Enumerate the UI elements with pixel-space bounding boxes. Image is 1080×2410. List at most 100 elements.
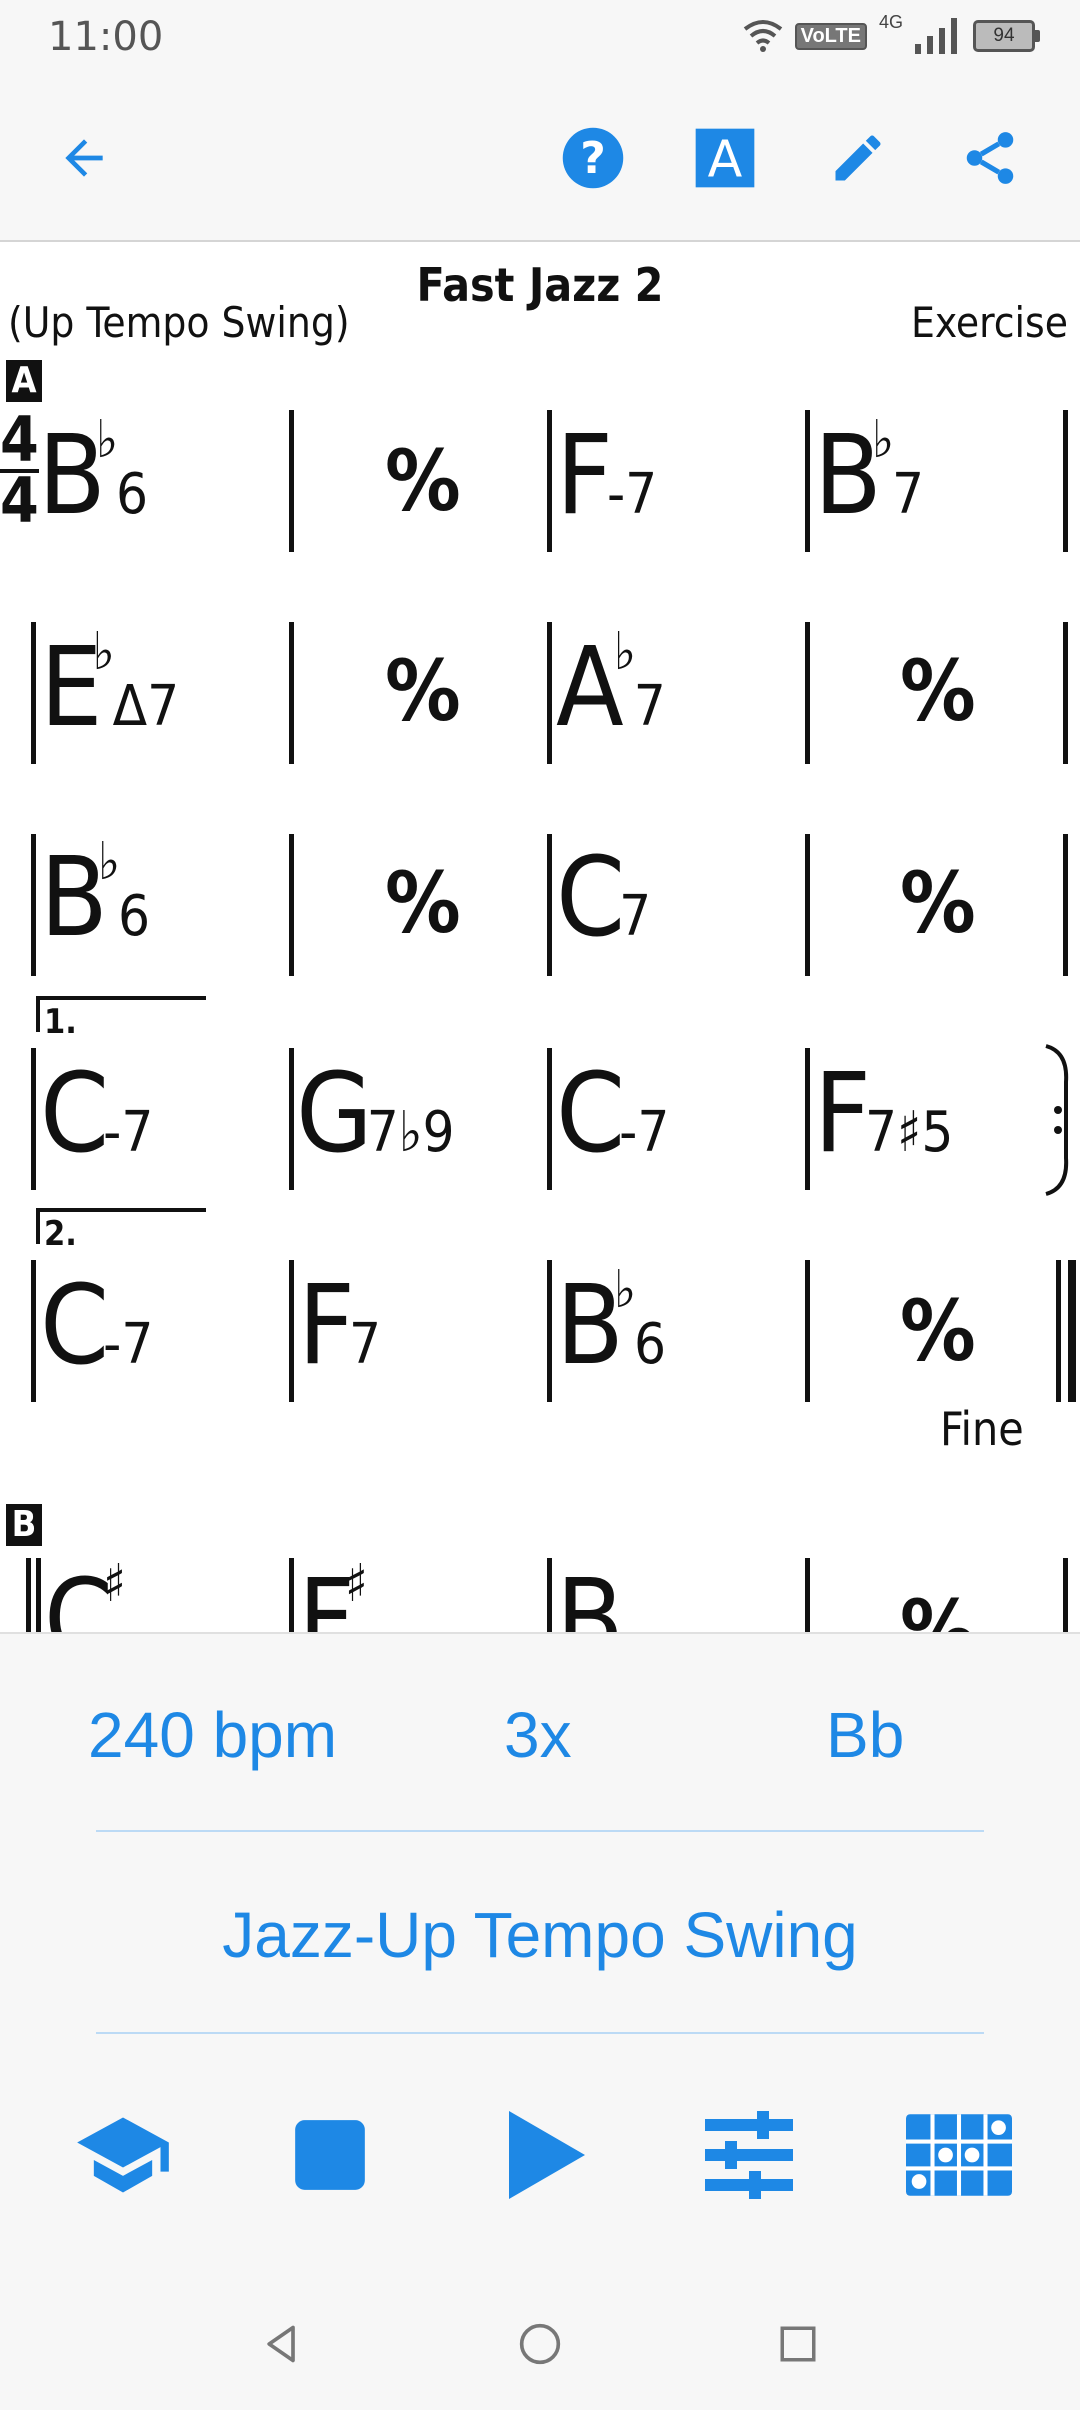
chord-root: G bbox=[296, 1049, 373, 1177]
chord-r4-m4[interactable]: F7♯5 bbox=[814, 1058, 953, 1168]
graduation-cap-icon[interactable] bbox=[68, 2100, 178, 2210]
second-ending-bracket-edge bbox=[36, 1208, 40, 1244]
barline bbox=[805, 1558, 810, 1632]
song-style: (Up Tempo Swing) bbox=[8, 298, 350, 347]
nav-recents-icon[interactable] bbox=[768, 2314, 828, 2374]
chord-root: B bbox=[556, 1261, 624, 1389]
repeat-measure-symbol: % bbox=[900, 642, 976, 740]
pencil-icon[interactable] bbox=[818, 118, 898, 198]
chord-r3-m1[interactable]: B♭6 bbox=[40, 836, 150, 952]
font-icon[interactable]: A bbox=[685, 118, 765, 198]
battery-level: 94 bbox=[973, 20, 1035, 52]
barline bbox=[31, 834, 36, 976]
mixer-sliders-icon[interactable] bbox=[694, 2100, 804, 2210]
help-icon[interactable]: ? bbox=[553, 118, 633, 198]
instrument-grid-icon[interactable] bbox=[904, 2100, 1014, 2210]
fine-marker: Fine bbox=[940, 1402, 1024, 1456]
barline bbox=[547, 410, 552, 552]
section-marker-b: B bbox=[6, 1504, 42, 1546]
chord-r6-m1[interactable]: C♯ bbox=[44, 1558, 126, 1632]
barline bbox=[547, 834, 552, 976]
chord-quality: 7♯5 bbox=[864, 1100, 954, 1165]
barline bbox=[1063, 622, 1068, 764]
repeat-measure-symbol: % bbox=[385, 432, 461, 530]
chord-quality: -7 bbox=[619, 1100, 670, 1165]
chord-accidental: ♭ bbox=[871, 410, 894, 470]
chord-r5-m1[interactable]: C-7 bbox=[40, 1270, 153, 1380]
chord-accidental: ♭ bbox=[613, 1260, 636, 1320]
chord-r2-m1[interactable]: E♭Δ7 bbox=[40, 626, 179, 742]
repeat-count-button[interactable]: 3x bbox=[504, 1698, 572, 1772]
chord-chart[interactable]: Fast Jazz 2 (Up Tempo Swing) Exercise A … bbox=[0, 242, 1080, 1632]
chord-r5-m3[interactable]: B♭6 bbox=[556, 1264, 666, 1380]
chord-r1-m3[interactable]: F-7 bbox=[556, 420, 657, 530]
chord-root: C bbox=[40, 1049, 109, 1177]
barline bbox=[1063, 1558, 1068, 1632]
chord-root: C bbox=[556, 833, 625, 961]
controls-divider bbox=[96, 2032, 984, 2034]
barline bbox=[547, 1558, 552, 1632]
chord-root: C bbox=[556, 1049, 625, 1177]
chord-root: F bbox=[298, 1261, 355, 1389]
repeat-end-sign bbox=[1045, 1044, 1069, 1196]
status-icons: VoLTE 4G 94 bbox=[743, 12, 1040, 58]
chord-root: B bbox=[38, 411, 106, 539]
chord-accidental: ♭ bbox=[97, 832, 120, 892]
time-signature: 4 4 bbox=[0, 409, 39, 537]
barline bbox=[31, 1260, 36, 1402]
final-barline-thick bbox=[1068, 1260, 1076, 1402]
nav-back-icon[interactable] bbox=[252, 2314, 312, 2374]
chord-r5-m2[interactable]: F7 bbox=[298, 1270, 381, 1380]
chord-quality: 7 bbox=[633, 674, 666, 739]
chord-accidental: ♯ bbox=[103, 1554, 126, 1614]
barline bbox=[1063, 834, 1068, 976]
barline bbox=[26, 1558, 31, 1632]
chord-r3-m3[interactable]: C7 bbox=[556, 842, 651, 952]
time-signature-bottom: 4 bbox=[0, 463, 39, 537]
play-icon[interactable] bbox=[490, 2100, 600, 2210]
chord-r1-m4[interactable]: B♭7 bbox=[814, 414, 925, 530]
back-arrow-icon[interactable] bbox=[44, 118, 124, 198]
chord-r6-m2[interactable]: F♯ bbox=[298, 1558, 368, 1632]
chord-quality: 7 bbox=[891, 462, 925, 527]
chord-quality: -7 bbox=[103, 1100, 154, 1165]
barline bbox=[289, 834, 294, 976]
chord-r4-m3[interactable]: C-7 bbox=[556, 1058, 669, 1168]
style-selector[interactable]: Jazz-Up Tempo Swing bbox=[0, 1898, 1080, 1972]
repeat-measure-symbol: % bbox=[385, 854, 461, 952]
svg-text:?: ? bbox=[580, 133, 606, 184]
chord-r1-m1[interactable]: B♭6 bbox=[38, 414, 148, 530]
tempo-button[interactable]: 240 bpm bbox=[88, 1698, 337, 1772]
battery-icon: 94 bbox=[973, 20, 1040, 52]
barline bbox=[1063, 410, 1068, 552]
key-button[interactable]: Bb bbox=[826, 1698, 904, 1772]
signal-icon bbox=[915, 18, 957, 54]
volte-badge: VoLTE bbox=[794, 22, 867, 50]
chord-root: C bbox=[40, 1261, 109, 1389]
second-ending-bracket bbox=[36, 1208, 206, 1212]
chord-r4-m2[interactable]: G7♭9 bbox=[296, 1058, 455, 1168]
second-ending-label: 2. bbox=[44, 1214, 77, 1254]
stop-icon[interactable] bbox=[275, 2100, 385, 2210]
barline bbox=[289, 1260, 294, 1402]
share-icon[interactable] bbox=[950, 118, 1030, 198]
barline bbox=[289, 1558, 294, 1632]
chord-root: E bbox=[40, 623, 102, 751]
first-ending-bracket-edge bbox=[36, 996, 40, 1032]
chord-quality: 7 bbox=[619, 884, 652, 949]
chord-root: B bbox=[556, 1555, 624, 1632]
chord-r6-m3[interactable]: B bbox=[556, 1564, 624, 1632]
chord-root: B bbox=[814, 411, 882, 539]
barline bbox=[31, 1048, 36, 1190]
chord-root: F bbox=[556, 411, 613, 539]
repeat-measure-symbol: % bbox=[900, 1282, 976, 1380]
chord-r2-m3[interactable]: A♭7 bbox=[556, 626, 666, 742]
chord-r4-m1[interactable]: C-7 bbox=[40, 1058, 153, 1168]
nav-home-icon[interactable] bbox=[510, 2314, 570, 2374]
barline bbox=[547, 622, 552, 764]
repeat-measure-symbol: % bbox=[385, 642, 461, 740]
top-toolbar: ? A bbox=[0, 72, 1080, 240]
barline bbox=[805, 834, 810, 976]
barline bbox=[289, 410, 294, 552]
chord-quality: -7 bbox=[103, 1312, 154, 1377]
